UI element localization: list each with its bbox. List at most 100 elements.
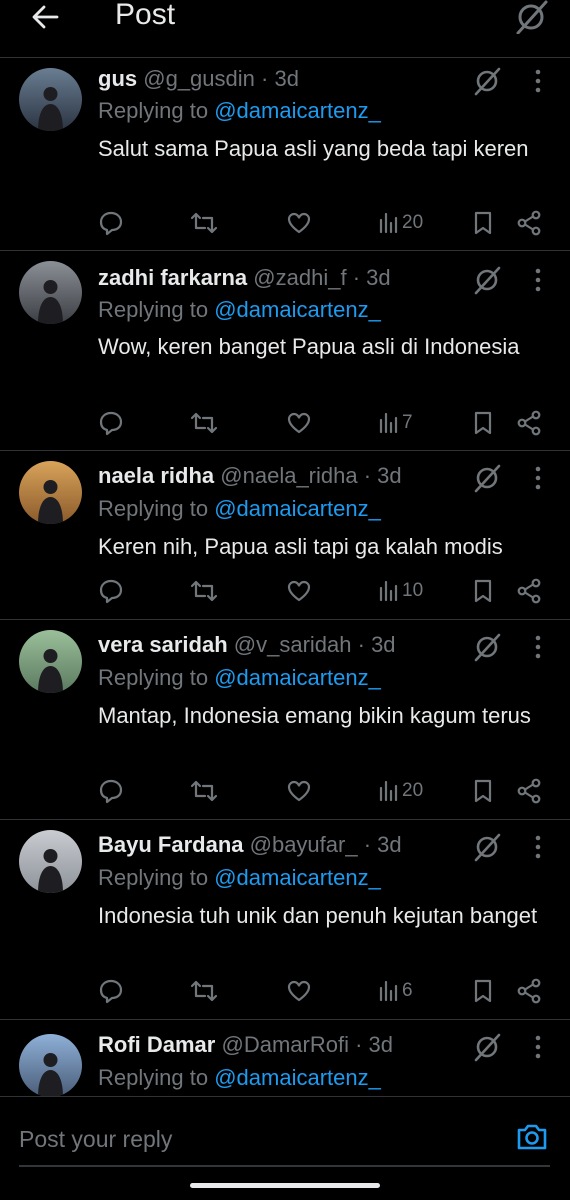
like-button[interactable] (286, 577, 312, 605)
author-name[interactable]: gus (98, 66, 137, 91)
more-button[interactable] (528, 834, 548, 860)
reply-header: Rofi Damar @DamarRofi · 3d (98, 1032, 393, 1058)
author-name[interactable]: zadhi farkarna (98, 265, 247, 290)
mention-link[interactable]: @damaicartenz_ (214, 98, 381, 123)
avatar[interactable] (19, 1034, 82, 1096)
like-button[interactable] (286, 977, 312, 1005)
avatar[interactable] (19, 461, 82, 524)
home-indicator (190, 1183, 380, 1188)
reply-item[interactable]: vera saridah @v_saridah · 3d Replying to… (0, 620, 570, 820)
post-time: · 3d (261, 66, 299, 91)
bookmark-button[interactable] (472, 777, 494, 805)
author-handle[interactable]: @naela_ridha (220, 463, 357, 488)
views-button[interactable]: 6 (378, 977, 413, 1005)
share-button[interactable] (516, 577, 542, 605)
avatar[interactable] (19, 830, 82, 893)
repost-button[interactable] (190, 777, 218, 805)
bookmark-button[interactable] (472, 209, 494, 237)
author-name[interactable]: Rofi Damar (98, 1032, 215, 1057)
mention-link[interactable]: @damaicartenz_ (214, 865, 381, 890)
post-time: · 3d (363, 832, 402, 857)
camera-icon (517, 1124, 547, 1150)
author-handle[interactable]: @v_saridah (234, 632, 352, 657)
share-button[interactable] (516, 977, 542, 1005)
replying-to: Replying to @damaicartenz_ (98, 1065, 381, 1091)
avatar-image (19, 830, 82, 893)
reply-item[interactable]: Bayu Fardana @bayufar_ · 3d Replying to … (0, 820, 570, 1020)
author-name[interactable]: vera saridah (98, 632, 228, 657)
replying-to-label: Replying to (98, 98, 209, 123)
grok-button[interactable] (472, 463, 502, 493)
mention-link[interactable]: @damaicartenz_ (214, 297, 381, 322)
reply-input[interactable] (19, 1121, 479, 1157)
heart-icon (287, 412, 311, 434)
views-button[interactable]: 20 (378, 777, 423, 805)
more-button[interactable] (528, 267, 548, 293)
repost-button[interactable] (190, 409, 218, 437)
reply-button[interactable] (98, 409, 124, 437)
avatar[interactable] (19, 630, 82, 693)
more-button[interactable] (528, 465, 548, 491)
like-button[interactable] (286, 777, 312, 805)
mention-link[interactable]: @damaicartenz_ (214, 496, 381, 521)
avatar[interactable] (19, 68, 82, 131)
share-button[interactable] (516, 409, 542, 437)
bookmark-button[interactable] (472, 977, 494, 1005)
back-button[interactable] (30, 2, 60, 32)
mention-link[interactable]: @damaicartenz_ (214, 1065, 381, 1090)
replying-to-label: Replying to (98, 665, 209, 690)
author-name[interactable]: naela ridha (98, 463, 214, 488)
like-button[interactable] (286, 409, 312, 437)
author-handle[interactable]: @g_gusdin (143, 66, 255, 91)
grok-button[interactable] (472, 265, 502, 295)
more-vertical-icon (535, 466, 541, 490)
post-time: · 3d (355, 1032, 393, 1057)
reply-item[interactable]: Rofi Damar @DamarRofi · 3d Replying to @… (0, 1020, 570, 1096)
author-handle[interactable]: @bayufar_ (250, 832, 358, 857)
reply-button[interactable] (98, 209, 124, 237)
reply-item[interactable]: zadhi farkarna @zadhi_f · 3d Replying to… (0, 251, 570, 451)
mention-link[interactable]: @damaicartenz_ (214, 665, 381, 690)
avatar[interactable] (19, 261, 82, 324)
views-button[interactable]: 20 (378, 209, 423, 237)
share-button[interactable] (516, 777, 542, 805)
share-icon (517, 778, 541, 804)
action-bar: 20 (98, 209, 550, 239)
more-button[interactable] (528, 1034, 548, 1060)
author-handle[interactable]: @zadhi_f (253, 265, 346, 290)
views-button[interactable]: 10 (378, 577, 423, 605)
repost-button[interactable] (190, 577, 218, 605)
grok-button[interactable] (472, 1032, 502, 1062)
reply-button[interactable] (98, 977, 124, 1005)
grok-icon (474, 633, 501, 662)
author-name[interactable]: Bayu Fardana (98, 832, 244, 857)
action-bar: 10 (98, 577, 550, 607)
more-button[interactable] (528, 68, 548, 94)
reply-item[interactable]: naela ridha @naela_ridha · 3d Replying t… (0, 451, 570, 620)
bookmark-icon (474, 979, 492, 1003)
reply-button[interactable] (98, 577, 124, 605)
camera-button[interactable] (515, 1119, 549, 1153)
heart-icon (287, 780, 311, 802)
grok-button[interactable] (472, 66, 502, 96)
reply-header: gus @g_gusdin · 3d (98, 66, 299, 92)
reply-icon (99, 579, 123, 604)
author-handle[interactable]: @DamarRofi (221, 1032, 348, 1057)
grok-button[interactable] (472, 832, 502, 862)
replying-to-label: Replying to (98, 297, 209, 322)
reply-item[interactable]: gus @g_gusdin · 3d Replying to @damaicar… (0, 58, 570, 251)
replies-feed[interactable]: gus @g_gusdin · 3d Replying to @damaicar… (0, 58, 570, 1096)
share-button[interactable] (516, 209, 542, 237)
reply-header: naela ridha @naela_ridha · 3d (98, 463, 402, 489)
grok-button[interactable] (472, 632, 502, 662)
grok-button[interactable] (512, 0, 550, 35)
reply-button[interactable] (98, 777, 124, 805)
bookmark-button[interactable] (472, 409, 494, 437)
bookmark-button[interactable] (472, 577, 494, 605)
repost-button[interactable] (190, 977, 218, 1005)
views-button[interactable]: 7 (378, 409, 413, 437)
input-underline (19, 1165, 550, 1167)
more-button[interactable] (528, 634, 548, 660)
like-button[interactable] (286, 209, 312, 237)
repost-button[interactable] (190, 209, 218, 237)
